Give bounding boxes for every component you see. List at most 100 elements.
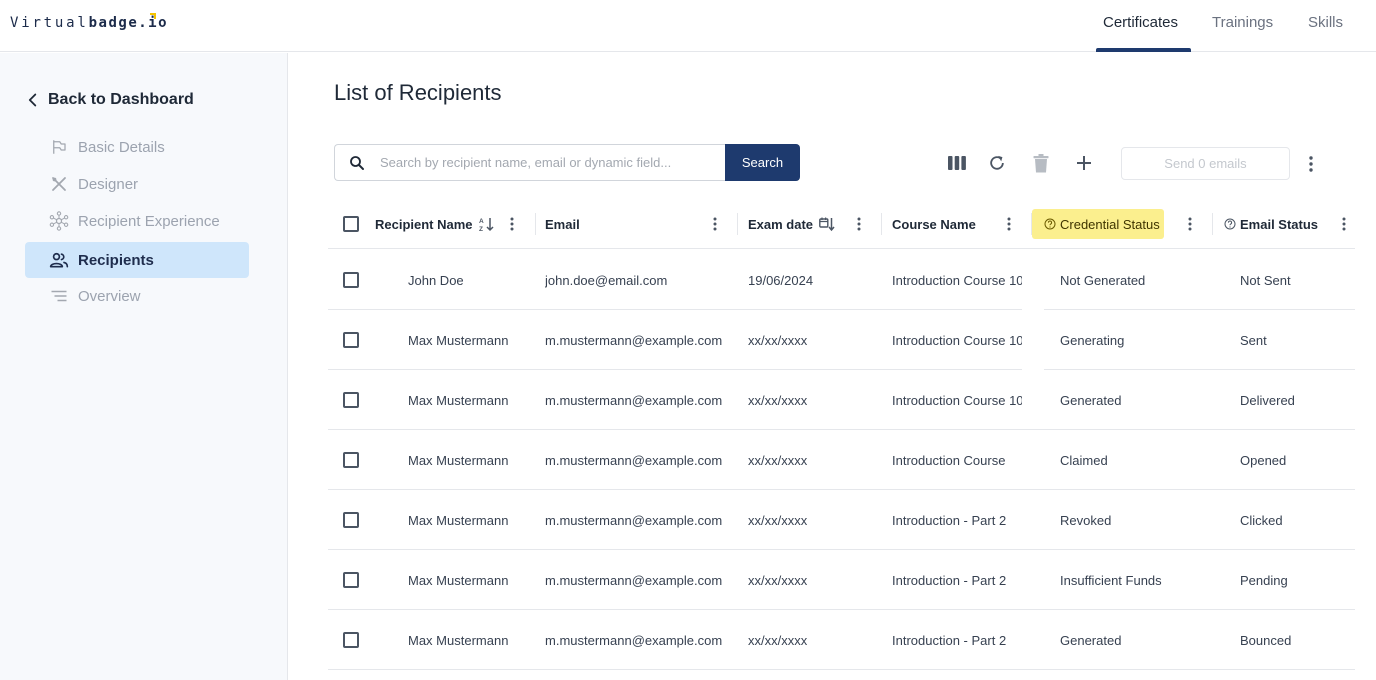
column-separator[interactable] [535,213,536,235]
list-lines-icon [49,286,69,306]
help-circle-icon[interactable] [1044,218,1056,230]
search-box [334,144,726,181]
cell-credential-status: Insufficient Funds [1060,572,1162,588]
cell-credential-status: Revoked [1060,512,1112,528]
people-icon [49,250,69,270]
sidebar-item-designer[interactable]: Designer [25,166,249,202]
column-separator[interactable] [737,213,738,235]
cell-recipient-name: John Doe [408,272,464,288]
cell-email-status: Sent [1240,332,1267,348]
back-to-dashboard-link[interactable]: Back to Dashboard [22,89,194,111]
cell-course-name: Introduction Course 10 [892,332,1022,348]
cell-course-name: Introduction - Part 2 [892,632,1007,648]
column-menu-icon[interactable] [1339,214,1349,234]
column-menu-icon[interactable] [854,214,864,234]
row-checkbox[interactable] [343,632,359,648]
row-checkbox[interactable] [343,572,359,588]
cell-exam-date: xx/xx/xxxx [748,332,808,348]
flag-outline-icon [49,137,69,157]
sort-alpha-icon[interactable]: A Z [479,216,495,232]
sort-date-icon[interactable] [819,216,835,232]
cell-email-status: Not Sent [1240,272,1291,288]
cell-email: john.doe@email.com [545,272,668,288]
column-header-course-name[interactable]: Course Name [892,199,976,249]
row-checkbox[interactable] [343,392,359,408]
table-row[interactable]: Max Mustermann m.mustermann@example.com xx… [328,550,1355,610]
table-row[interactable]: Max Mustermann m.mustermann@example.com xx… [328,610,1355,670]
send-emails-button[interactable]: Send 0 emails [1121,147,1290,180]
column-label: Email Status [1240,216,1319,232]
row-checkbox[interactable] [343,332,359,348]
cell-course-name: Introduction Course 10 [892,272,1022,288]
topnav-trainings[interactable]: Trainings [1212,14,1273,31]
column-header-email-status[interactable]: Email Status [1224,199,1318,249]
topnav-certificates[interactable]: Certificates [1103,14,1178,31]
cell-email: m.mustermann@example.com [545,512,723,528]
cell-exam-date: xx/xx/xxxx [748,572,808,588]
top-bar: Virtualbadge.io Certificates Trainings S… [0,0,1376,52]
table-row[interactable]: John Doe john.doe@email.com 19/06/2024 Intr… [328,250,1355,310]
cell-credential-status: Claimed [1060,452,1108,468]
cell-email-status: Pending [1240,572,1288,588]
table-row[interactable]: Max Mustermann m.mustermann@example.com xx… [328,430,1355,490]
column-label: Email [545,216,580,232]
column-separator[interactable] [881,213,882,235]
select-all-checkbox[interactable] [343,216,359,232]
cell-exam-date: xx/xx/xxxx [748,632,808,648]
help-circle-icon[interactable] [1224,218,1236,230]
cell-exam-date: 19/06/2024 [748,272,814,288]
page-title: List of Recipients [334,80,502,105]
row-divider [328,669,1355,670]
search-input[interactable] [380,155,710,170]
cell-email: m.mustermann@example.com [545,572,723,588]
columns-icon[interactable] [946,152,968,174]
cell-course-name: Introduction - Part 2 [892,572,1007,588]
logo[interactable]: Virtualbadge.io [10,14,168,32]
column-label: Credential Status [1060,216,1160,232]
cell-email-status: Bounced [1240,632,1292,648]
row-checkbox[interactable] [343,452,359,468]
add-icon[interactable] [1073,152,1095,174]
sidebar-item-overview[interactable]: Overview [25,278,249,314]
cell-course-name: Introduction Course 10 [892,392,1022,408]
logo-mark-icon [150,13,156,19]
svg-text:A: A [479,218,484,225]
cell-credential-status: Not Generated [1060,272,1146,288]
table-header: Recipient Name A Z Email Exam date Cours… [328,199,1355,249]
active-tab-indicator [1096,48,1191,52]
refresh-icon[interactable] [986,152,1008,174]
delete-icon[interactable] [1030,152,1052,174]
cell-recipient-name: Max Mustermann [408,572,509,588]
sidebar: Back to Dashboard Basic Details Designer [0,53,288,680]
column-label: Course Name [892,216,976,232]
column-menu-icon[interactable] [710,214,720,234]
column-menu-icon[interactable] [1185,214,1195,234]
table-row[interactable]: Max Mustermann m.mustermann@example.com xx… [328,310,1355,370]
cell-exam-date: xx/xx/xxxx [748,452,808,468]
topnav-skills[interactable]: Skills [1308,14,1343,31]
table-row[interactable]: Max Mustermann m.mustermann@example.com xx… [328,490,1355,550]
cell-email-status: Clicked [1240,512,1283,528]
search-button[interactable]: Search [725,144,800,181]
sidebar-item-basic-details[interactable]: Basic Details [25,129,249,165]
column-header-recipient-name[interactable]: Recipient Name A Z [375,199,495,249]
cell-credential-status: Generated [1060,632,1122,648]
column-menu-icon[interactable] [1004,214,1014,234]
back-to-dashboard-label: Back to Dashboard [48,91,194,108]
cell-credential-status: Generated [1060,392,1122,408]
more-vertical-icon[interactable] [1302,153,1320,175]
column-header-email[interactable]: Email [545,199,580,249]
column-separator[interactable] [1031,213,1032,235]
column-header-exam-date[interactable]: Exam date [748,199,835,249]
row-checkbox[interactable] [343,272,359,288]
column-separator[interactable] [1212,213,1213,235]
column-header-credential-status[interactable]: Credential Status [1044,199,1160,249]
table-row[interactable]: Max Mustermann m.mustermann@example.com xx… [328,370,1355,430]
sidebar-item-recipient-experience[interactable]: Recipient Experience [25,203,249,239]
cell-email: m.mustermann@example.com [545,392,723,408]
column-label: Recipient Name [375,216,473,232]
sidebar-item-recipients[interactable]: Recipients [25,242,249,278]
row-checkbox[interactable] [343,512,359,528]
column-menu-icon[interactable] [507,214,517,234]
sidebar-item-label: Basic Details [78,138,165,156]
